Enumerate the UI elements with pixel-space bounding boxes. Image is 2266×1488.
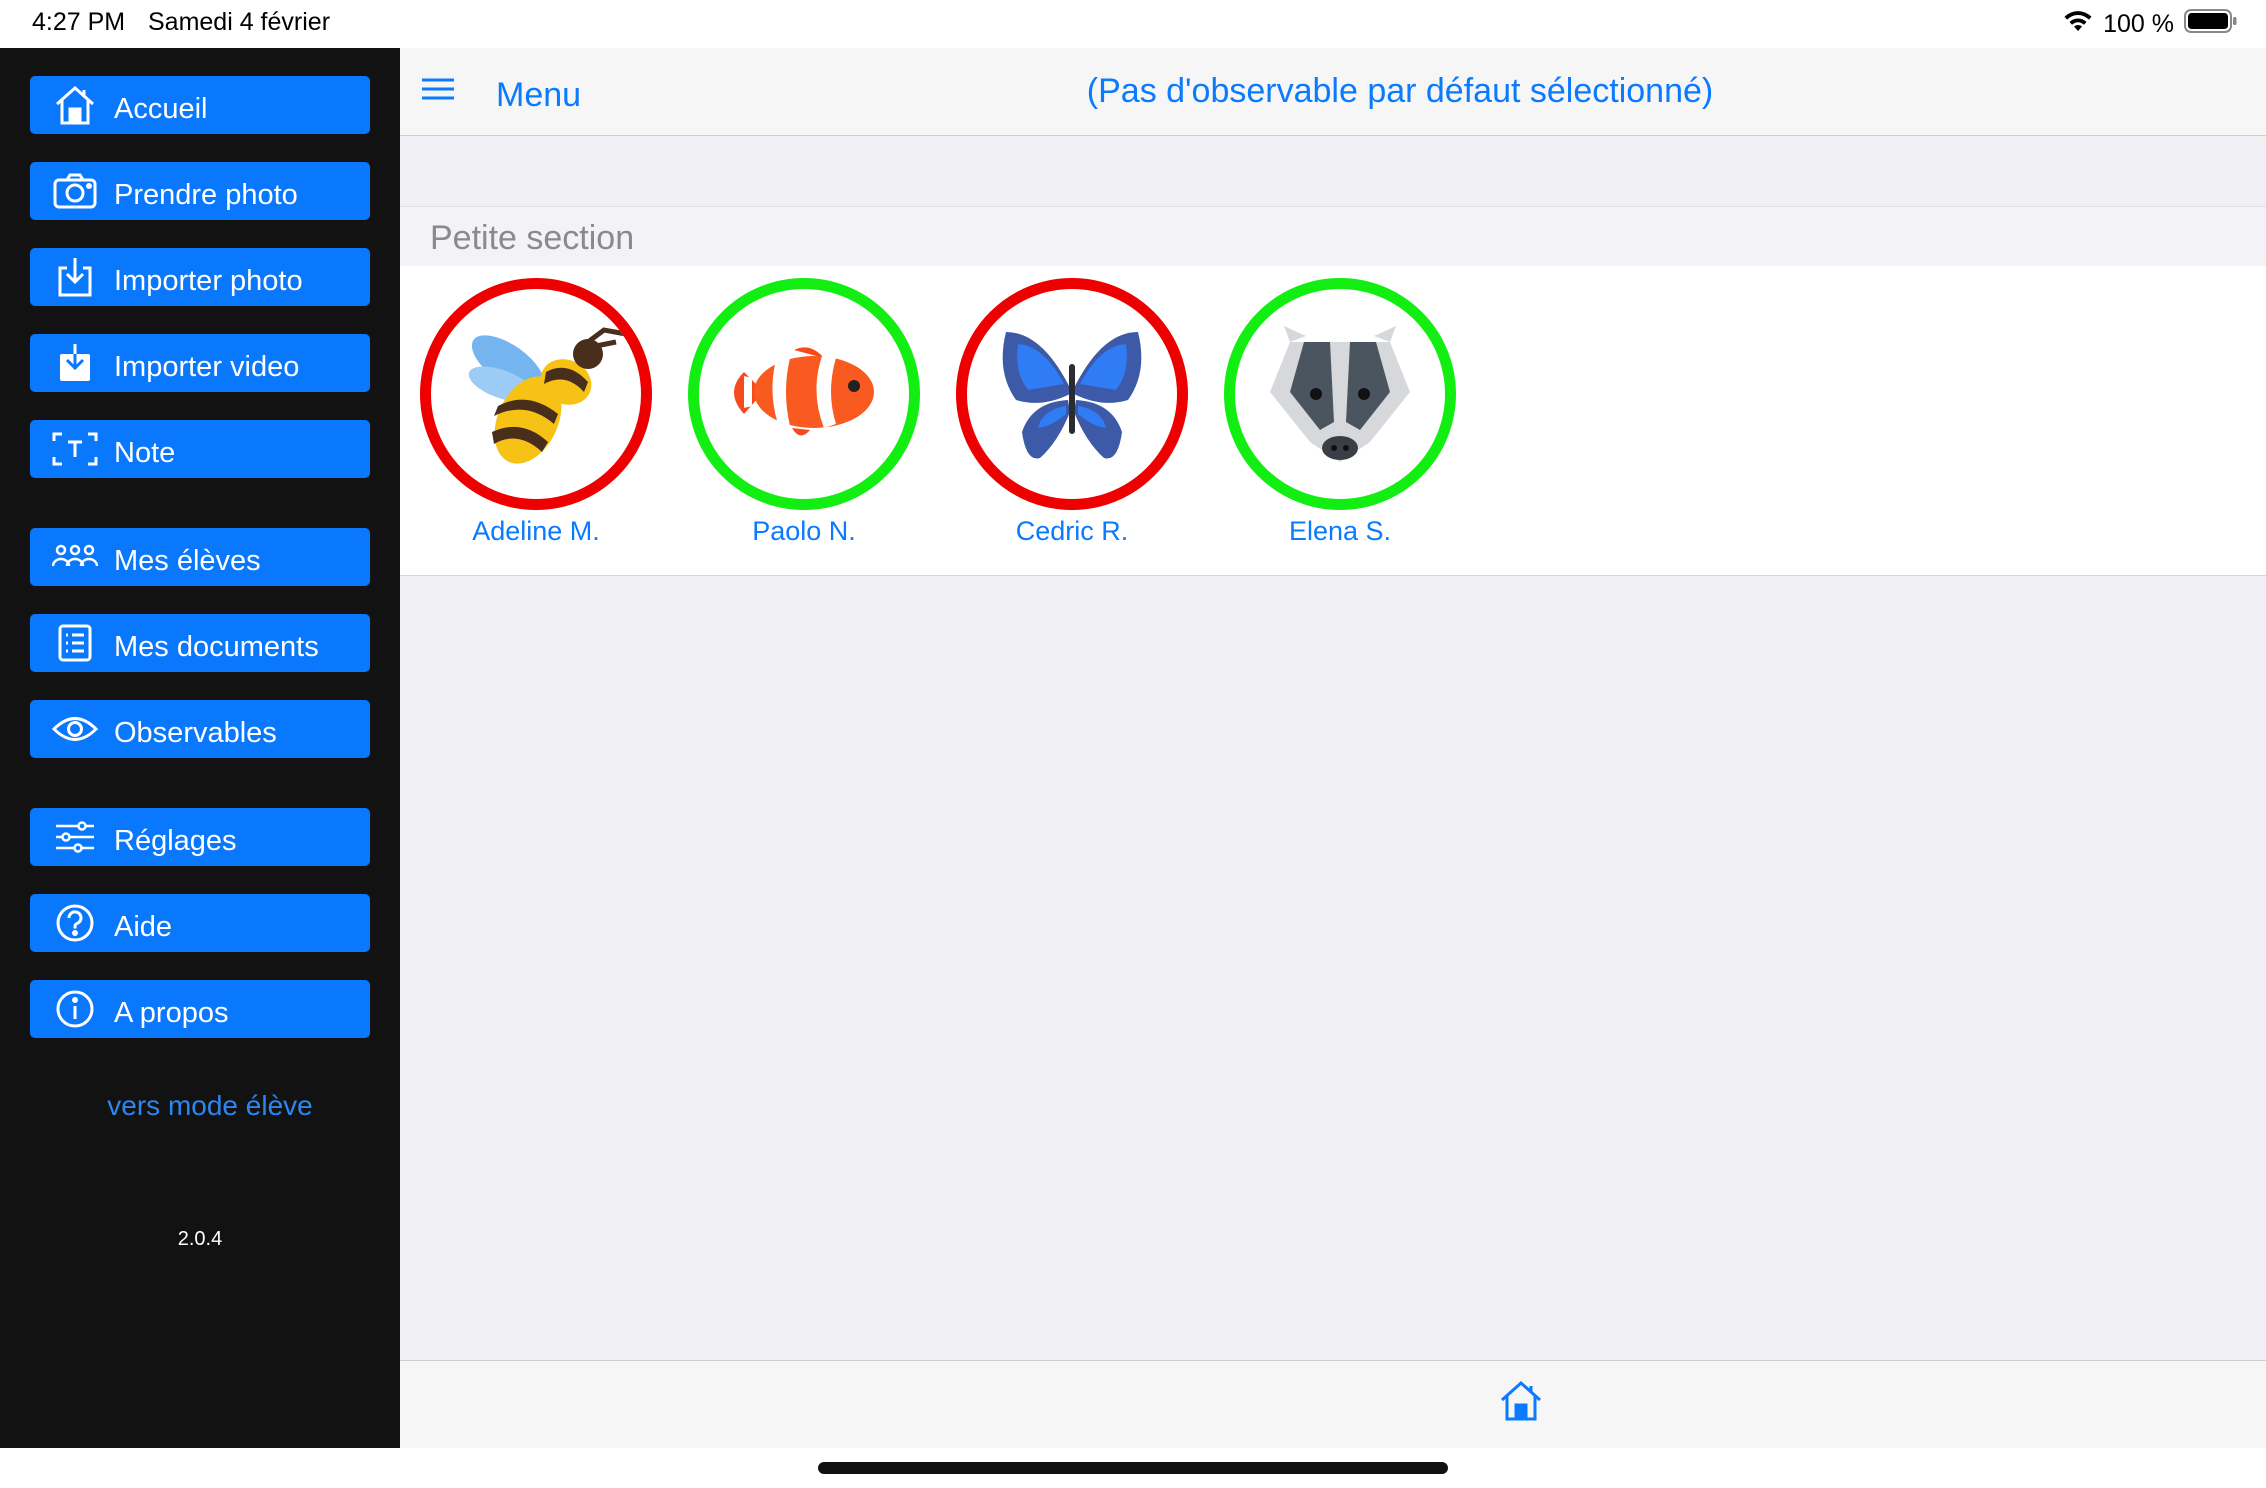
student-name: Cedric R. — [1015, 516, 1129, 546]
sidebar-item-a-propos[interactable]: A propos — [30, 980, 370, 1038]
avatar — [688, 278, 920, 510]
page-title: (Pas d'observable par défaut sélectionné… — [1086, 72, 1714, 110]
student-card-cedric[interactable]: Cedric R. — [952, 278, 1192, 547]
status-date: Samedi 4 février — [148, 8, 331, 36]
sidebar-item-aide[interactable]: Aide — [30, 894, 370, 952]
sidebar-item-importer-photo[interactable]: Importer photo — [30, 248, 370, 306]
camera-icon — [50, 166, 100, 216]
student-name: Adeline M. — [472, 516, 600, 546]
student-list: Adeline M. Paolo N. Cedric R. Elena S. — [400, 266, 2266, 576]
student-name: Paolo N. — [752, 516, 856, 546]
battery-icon — [2184, 8, 2238, 41]
eye-icon — [50, 704, 100, 754]
students-icon — [50, 532, 100, 582]
sidebar-item-label: Note — [114, 436, 176, 469]
sliders-icon — [50, 812, 100, 862]
bottom-toolbar — [400, 1360, 2266, 1448]
text-note-icon — [50, 424, 100, 474]
status-right: 100 % — [2063, 8, 2238, 41]
wifi-icon — [2063, 9, 2093, 40]
sidebar-item-prendre-photo[interactable]: Prendre photo — [30, 162, 370, 220]
student-name: Elena S. — [1288, 516, 1392, 546]
sidebar-item-mes-eleves[interactable]: Mes élèves — [30, 528, 370, 586]
sidebar-item-label: Observables — [114, 716, 277, 749]
sidebar-item-label: Importer video — [114, 350, 300, 383]
clownfish-icon — [714, 302, 894, 487]
section-title: Petite section — [430, 219, 635, 257]
student-card-elena[interactable]: Elena S. — [1220, 278, 1460, 547]
battery-percent: 100 % — [2103, 10, 2174, 38]
sidebar-item-mes-documents[interactable]: Mes documents — [30, 614, 370, 672]
help-icon — [50, 898, 100, 948]
import-video-icon — [50, 338, 100, 388]
student-card-paolo[interactable]: Paolo N. — [684, 278, 924, 547]
status-time: 4:27 PM — [32, 8, 126, 36]
sidebar-item-accueil[interactable]: Accueil — [30, 76, 370, 134]
sidebar-item-label: Mes documents — [114, 630, 319, 663]
sidebar-item-importer-video[interactable]: Importer video — [30, 334, 370, 392]
sidebar-item-observables[interactable]: Observables — [30, 700, 370, 758]
app-version: 2.0.4 — [177, 1228, 223, 1250]
sidebar-item-reglages[interactable]: Réglages — [30, 808, 370, 866]
house-icon[interactable] — [1498, 1379, 1548, 1429]
butterfly-icon — [982, 302, 1162, 487]
hamburger-menu-icon[interactable] — [420, 76, 456, 106]
main-content: Menu (Pas d'observable par défaut sélect… — [400, 48, 2266, 1448]
avatar — [956, 278, 1188, 510]
home-indicator — [818, 1462, 1448, 1474]
sidebar: Accueil Prendre photo Importer photo Imp… — [0, 48, 400, 1448]
sidebar-item-note[interactable]: Note — [30, 420, 370, 478]
sidebar-item-label: Réglages — [114, 824, 237, 857]
avatar — [420, 278, 652, 510]
avatar — [1224, 278, 1456, 510]
sidebar-item-label: Mes élèves — [114, 544, 261, 577]
sidebar-item-label: Prendre photo — [114, 178, 298, 211]
student-card-adeline[interactable]: Adeline M. — [416, 278, 656, 547]
sidebar-item-label: A propos — [114, 996, 229, 1029]
navigation-bar: Menu (Pas d'observable par défaut sélect… — [400, 48, 2266, 136]
info-icon — [50, 984, 100, 1034]
import-photo-icon — [50, 252, 100, 302]
badger-icon — [1250, 302, 1430, 487]
documents-icon — [50, 618, 100, 668]
status-bar: 4:27 PM Samedi 4 février 100 % — [0, 0, 2266, 48]
section-header: Petite section — [400, 206, 2266, 266]
student-mode-link[interactable]: vers mode élève — [0, 1090, 420, 1122]
menu-button[interactable]: Menu — [496, 76, 581, 115]
bee-icon — [446, 302, 627, 487]
sidebar-item-label: Aide — [114, 910, 173, 943]
sidebar-item-label: Accueil — [114, 92, 208, 125]
house-icon — [50, 80, 100, 130]
sidebar-item-label: Importer photo — [114, 264, 303, 297]
